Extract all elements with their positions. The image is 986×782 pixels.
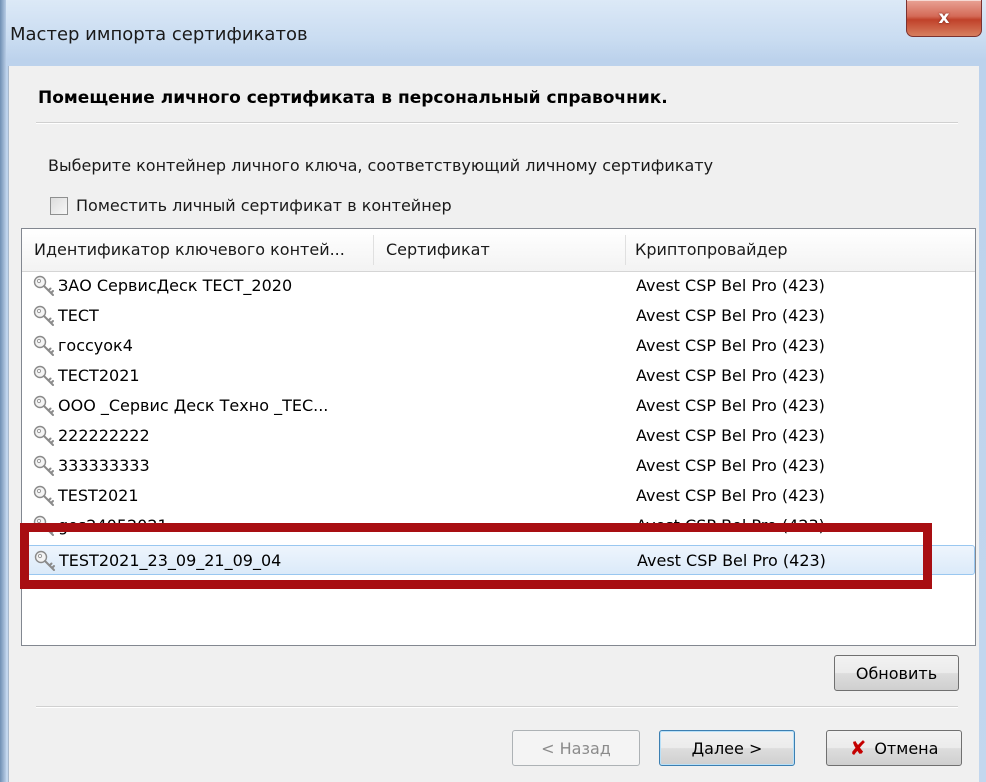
dialog-window: Мастер импорта сертификатов x Помещение … <box>0 0 986 782</box>
list-item[interactable]: 222222222 Avest CSP Bel Pro (423) <box>23 421 974 451</box>
page-heading: Помещение личного сертификата в персонал… <box>38 88 668 108</box>
back-button[interactable]: < Назад <box>512 730 640 766</box>
place-in-container-label: Поместить личный сертификат в контейнер <box>76 196 452 215</box>
window-title: Мастер импорта сертификатов <box>10 24 308 45</box>
provider-cell: Avest CSP Bel Pro (423) <box>636 426 825 445</box>
column-header-container-id[interactable]: Идентификатор ключевого контей... <box>34 229 369 271</box>
provider-cell: Avest CSP Bel Pro (423) <box>636 486 825 505</box>
provider-cell: Avest CSP Bel Pro (423) <box>636 366 825 385</box>
column-header-certificate[interactable]: Сертификат <box>386 229 616 271</box>
window-edge <box>0 0 6 782</box>
list-item[interactable]: ООО _Сервис Деск Техно _ТЕС... Avest CSP … <box>23 391 974 421</box>
container-id-cell: ТЕСТ2021 <box>58 366 140 385</box>
list-item[interactable]: ТЕСТ2021 Avest CSP Bel Pro (423) <box>23 361 974 391</box>
column-divider[interactable] <box>373 235 374 265</box>
column-divider[interactable] <box>625 235 626 265</box>
provider-cell: Avest CSP Bel Pro (423) <box>636 456 825 475</box>
key-icon <box>32 484 56 508</box>
provider-cell: Avest CSP Bel Pro (423) <box>636 396 825 415</box>
provider-cell: Avest CSP Bel Pro (423) <box>636 306 825 325</box>
key-icon <box>32 364 56 388</box>
container-id-cell: ТЕСТ <box>58 306 99 325</box>
refresh-button[interactable]: Обновить <box>834 655 959 691</box>
list-item[interactable]: ТЕСТ Avest CSP Bel Pro (423) <box>23 301 974 331</box>
divider-bottom <box>36 706 958 708</box>
instruction-text: Выберите контейнер личного ключа, соотве… <box>48 156 714 175</box>
close-icon: x <box>938 8 950 28</box>
title-bar[interactable]: Мастер импорта сертификатов x <box>0 0 986 66</box>
key-icon <box>32 424 56 448</box>
container-id-cell: ЗАО СервисДеск ТЕСТ_2020 <box>58 276 293 295</box>
key-icon <box>32 274 56 298</box>
place-in-container-option[interactable]: Поместить личный сертификат в контейнер <box>50 196 452 215</box>
container-id-cell: ООО _Сервис Деск Техно _ТЕС... <box>58 396 329 415</box>
container-id-cell: TEST2021 <box>58 486 139 505</box>
list-item[interactable]: ЗАО СервисДеск ТЕСТ_2020 Avest CSP Bel Pr… <box>23 271 974 301</box>
cancel-label: Отмена <box>874 738 939 758</box>
cancel-button[interactable]: ✘ Отмена <box>826 730 962 766</box>
provider-cell: Avest CSP Bel Pro (423) <box>636 336 825 355</box>
place-in-container-checkbox[interactable] <box>50 196 68 215</box>
selection-highlight-frame <box>20 523 932 589</box>
list-item[interactable]: 333333333 Avest CSP Bel Pro (423) <box>23 451 974 481</box>
key-icon <box>32 334 56 358</box>
divider-top <box>36 122 958 124</box>
column-header-provider[interactable]: Криптопровайдер <box>635 229 965 271</box>
container-id-cell: госсуок4 <box>58 336 133 355</box>
key-icon <box>32 304 56 328</box>
close-button[interactable]: x <box>906 0 982 37</box>
container-id-cell: 222222222 <box>58 426 150 445</box>
list-item[interactable]: TEST2021 Avest CSP Bel Pro (423) <box>23 481 974 511</box>
provider-cell: Avest CSP Bel Pro (423) <box>636 276 825 295</box>
key-icon <box>32 394 56 418</box>
next-button[interactable]: Далее > <box>659 730 795 766</box>
container-id-cell: 333333333 <box>58 456 150 475</box>
key-icon <box>32 454 56 478</box>
list-header: Идентификатор ключевого контей... Сертиф… <box>22 229 975 272</box>
list-item[interactable]: госсуок4 Avest CSP Bel Pro (423) <box>23 331 974 361</box>
cancel-icon: ✘ <box>849 736 867 760</box>
